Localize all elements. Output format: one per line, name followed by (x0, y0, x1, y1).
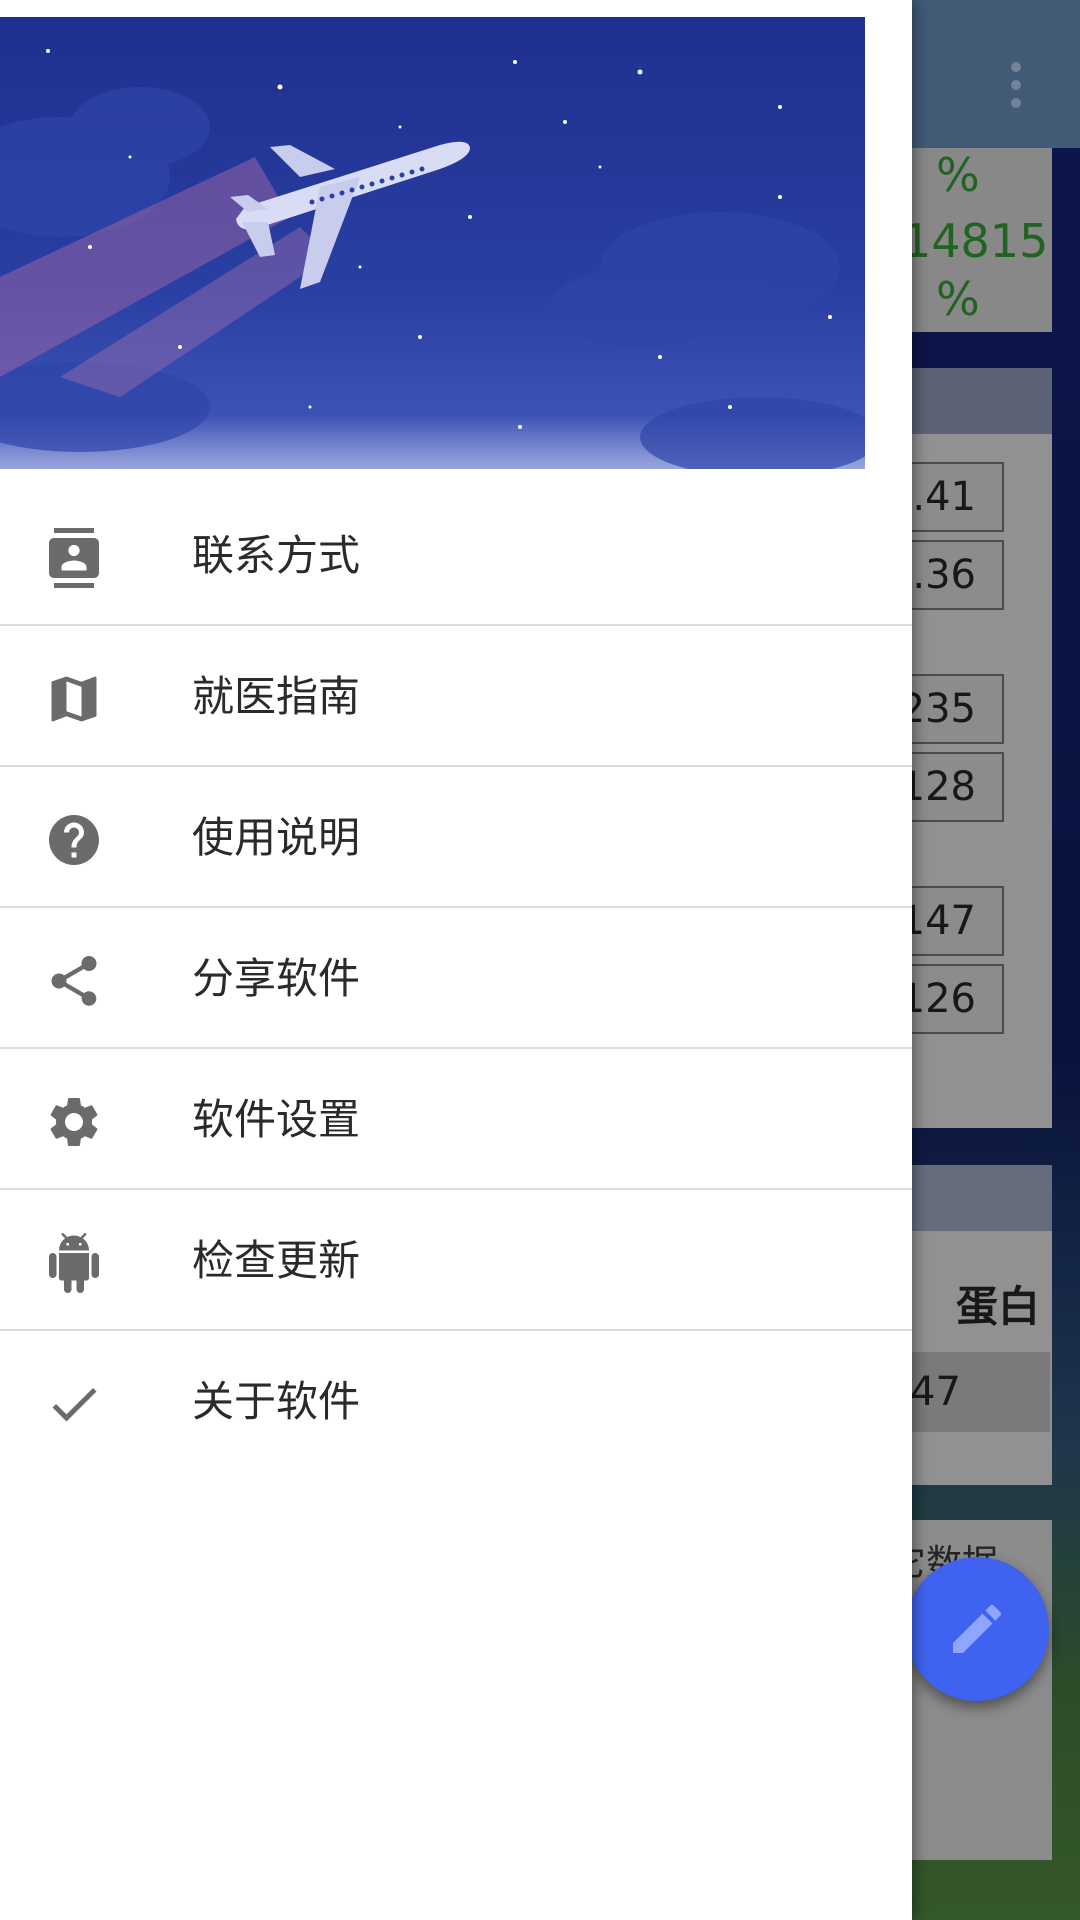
help-icon (49, 815, 99, 865)
menu-label: 联系方式 (192, 531, 361, 580)
edit-fab[interactable] (905, 1557, 1049, 1701)
share-icon (51, 956, 97, 1006)
menu-label: 检查更新 (192, 1236, 361, 1285)
map-icon (51, 676, 97, 722)
android-icon (49, 1233, 99, 1293)
menu-label: 软件设置 (192, 1095, 361, 1144)
menu-item-contact[interactable]: 联系方式 (0, 486, 912, 626)
menu-item-medical-guide[interactable]: 就医指南 (0, 627, 912, 767)
navigation-drawer: 联系方式 就医指南 使用说明 分享软件 软件设置 检查更新 关于软件 (0, 0, 912, 1920)
airplane-illustration (0, 49, 865, 469)
menu-label: 就医指南 (192, 672, 361, 721)
menu-label: 分享软件 (192, 954, 361, 1003)
menu-item-instructions[interactable]: 使用说明 (0, 768, 912, 908)
drawer-header-image (0, 17, 865, 469)
check-icon (52, 1387, 97, 1422)
menu-item-share[interactable]: 分享软件 (0, 909, 912, 1049)
gear-icon (50, 1098, 98, 1146)
menu-label: 关于软件 (192, 1377, 361, 1426)
menu-item-settings[interactable]: 软件设置 (0, 1050, 912, 1190)
menu-item-check-update[interactable]: 检查更新 (0, 1191, 912, 1331)
pencil-icon (953, 1604, 1002, 1653)
contacts-icon (49, 528, 99, 588)
menu-item-about[interactable]: 关于软件 (0, 1332, 912, 1472)
menu-label: 使用说明 (192, 813, 361, 862)
